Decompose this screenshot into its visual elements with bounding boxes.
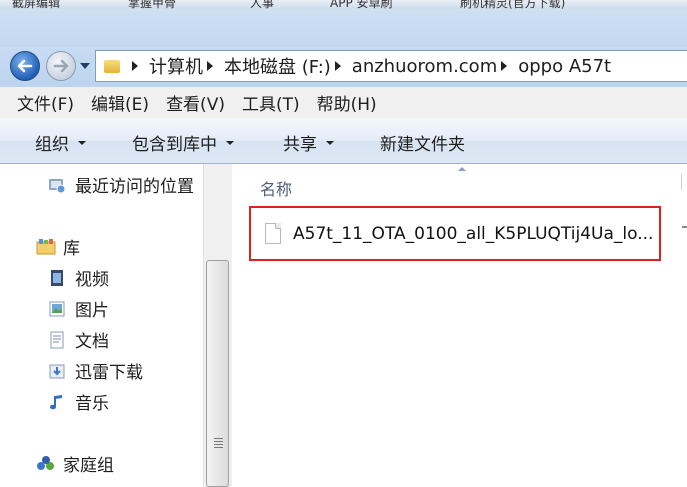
sidebar-item-recent-places[interactable]: 最近访问的位置 xyxy=(48,172,194,197)
forward-button[interactable] xyxy=(46,51,76,81)
sidebar-item-label: 视频 xyxy=(75,270,109,290)
sidebar-item-library[interactable]: 库 xyxy=(36,234,80,259)
download-folder-icon xyxy=(48,362,66,380)
sidebar-item-pictures[interactable]: 图片 xyxy=(48,296,109,321)
sidebar-item-label: 家庭组 xyxy=(63,456,114,476)
taskbar-item[interactable]: 掌握甲骨 xyxy=(128,0,176,9)
taskbar: 截屏编辑 掌握甲骨 人事 APP 安卓刷 刷机精灵(官方下载) xyxy=(0,0,687,9)
share-button[interactable]: 共享 xyxy=(283,130,334,155)
taskbar-item[interactable]: APP 安卓刷 xyxy=(330,0,393,9)
pictures-icon xyxy=(48,300,66,318)
chevron-right-icon[interactable] xyxy=(132,61,138,71)
sidebar-item-documents[interactable]: 文档 xyxy=(48,327,109,352)
sidebar-item-label: 迅雷下载 xyxy=(75,363,143,383)
grip-line xyxy=(214,447,223,448)
sidebar-item-label: 库 xyxy=(63,239,80,259)
sidebar-item-label: 文档 xyxy=(75,332,109,352)
breadcrumb-computer[interactable]: 计算机 xyxy=(132,53,203,79)
documents-icon xyxy=(48,331,66,349)
menu-bar: 文件(F) 编辑(E) 查看(V) 工具(T) 帮助(H) xyxy=(0,87,687,119)
menu-edit[interactable]: 编辑(E) xyxy=(91,90,149,115)
navigation-bar: 计算机 本地磁盘 (F:) anzhuorom.com oppo A57t xyxy=(0,47,687,87)
sidebar-item-label: 最近访问的位置 xyxy=(75,177,194,197)
forward-arrow-icon xyxy=(53,59,69,73)
taskbar-item[interactable]: 刷机精灵(官方下载) xyxy=(460,0,565,9)
sidebar-item-label: 音乐 xyxy=(75,394,109,414)
taskbar-item[interactable]: 截屏编辑 xyxy=(12,0,60,9)
menu-view[interactable]: 查看(V) xyxy=(166,90,225,115)
organize-button[interactable]: 组织 xyxy=(35,130,86,155)
sidebar-item-videos[interactable]: 视频 xyxy=(48,265,109,290)
grip-line xyxy=(214,438,223,439)
chevron-down-icon xyxy=(78,140,86,145)
sidebar-item-label: 图片 xyxy=(75,301,109,321)
column-header-name[interactable]: 名称 xyxy=(260,176,292,200)
recent-places-icon xyxy=(48,176,66,194)
chevron-down-icon xyxy=(326,140,334,145)
file-icon xyxy=(265,223,281,244)
chevron-down-icon xyxy=(226,140,234,145)
taskbar-item[interactable]: 人事 xyxy=(250,0,274,9)
file-list-pane: 名称 A57t_11_OTA_0100_all_K5PLUQTij4Ua_lo.… xyxy=(232,164,687,487)
homegroup-icon xyxy=(36,455,54,473)
music-icon xyxy=(48,393,66,411)
file-item[interactable]: A57t_11_OTA_0100_all_K5PLUQTij4Ua_lo... xyxy=(249,206,661,261)
video-icon xyxy=(48,269,66,287)
back-button[interactable] xyxy=(10,51,40,81)
chevron-right-icon[interactable] xyxy=(501,61,508,71)
address-bar[interactable]: 计算机 本地磁盘 (F:) anzhuorom.com oppo A57t xyxy=(95,50,687,82)
menu-file[interactable]: 文件(F) xyxy=(17,90,74,115)
include-in-library-button[interactable]: 包含到库中 xyxy=(132,130,234,155)
recent-pages-dropdown[interactable] xyxy=(80,63,90,69)
menu-tools[interactable]: 工具(T) xyxy=(242,90,300,115)
breadcrumb-current[interactable]: oppo A57t xyxy=(497,56,611,77)
menu-help[interactable]: 帮助(H) xyxy=(317,90,377,115)
chevron-right-icon[interactable] xyxy=(207,61,213,71)
chevron-right-icon[interactable] xyxy=(334,61,341,71)
scrollbar-thumb[interactable] xyxy=(206,260,229,487)
grip-line xyxy=(214,441,223,442)
sort-ascending-icon xyxy=(458,167,466,171)
column-divider[interactable] xyxy=(681,174,687,190)
sidebar-item-homegroup[interactable]: 家庭组 xyxy=(36,451,114,476)
new-folder-button[interactable]: 新建文件夹 xyxy=(380,130,465,155)
library-icon xyxy=(36,238,56,256)
folder-icon xyxy=(104,59,120,73)
back-arrow-icon xyxy=(17,59,33,73)
navigation-pane-scrollbar[interactable] xyxy=(203,164,232,487)
breadcrumb-drive[interactable]: 本地磁盘 (F:) xyxy=(203,53,331,79)
column-overflow-mark xyxy=(682,226,687,228)
sidebar-item-downloads[interactable]: 迅雷下载 xyxy=(48,358,143,383)
file-name[interactable]: A57t_11_OTA_0100_all_K5PLUQTij4Ua_lo... xyxy=(293,224,653,244)
command-bar: 组织 包含到库中 共享 新建文件夹 xyxy=(0,118,687,164)
breadcrumb-folder[interactable]: anzhuorom.com xyxy=(331,56,497,77)
sidebar-item-music[interactable]: 音乐 xyxy=(48,389,109,414)
navigation-pane: 最近访问的位置 库 视频 图片 文档 迅雷下载 音乐 家庭组 xyxy=(0,164,203,487)
grip-line xyxy=(214,444,223,445)
window-title-area xyxy=(0,9,687,47)
